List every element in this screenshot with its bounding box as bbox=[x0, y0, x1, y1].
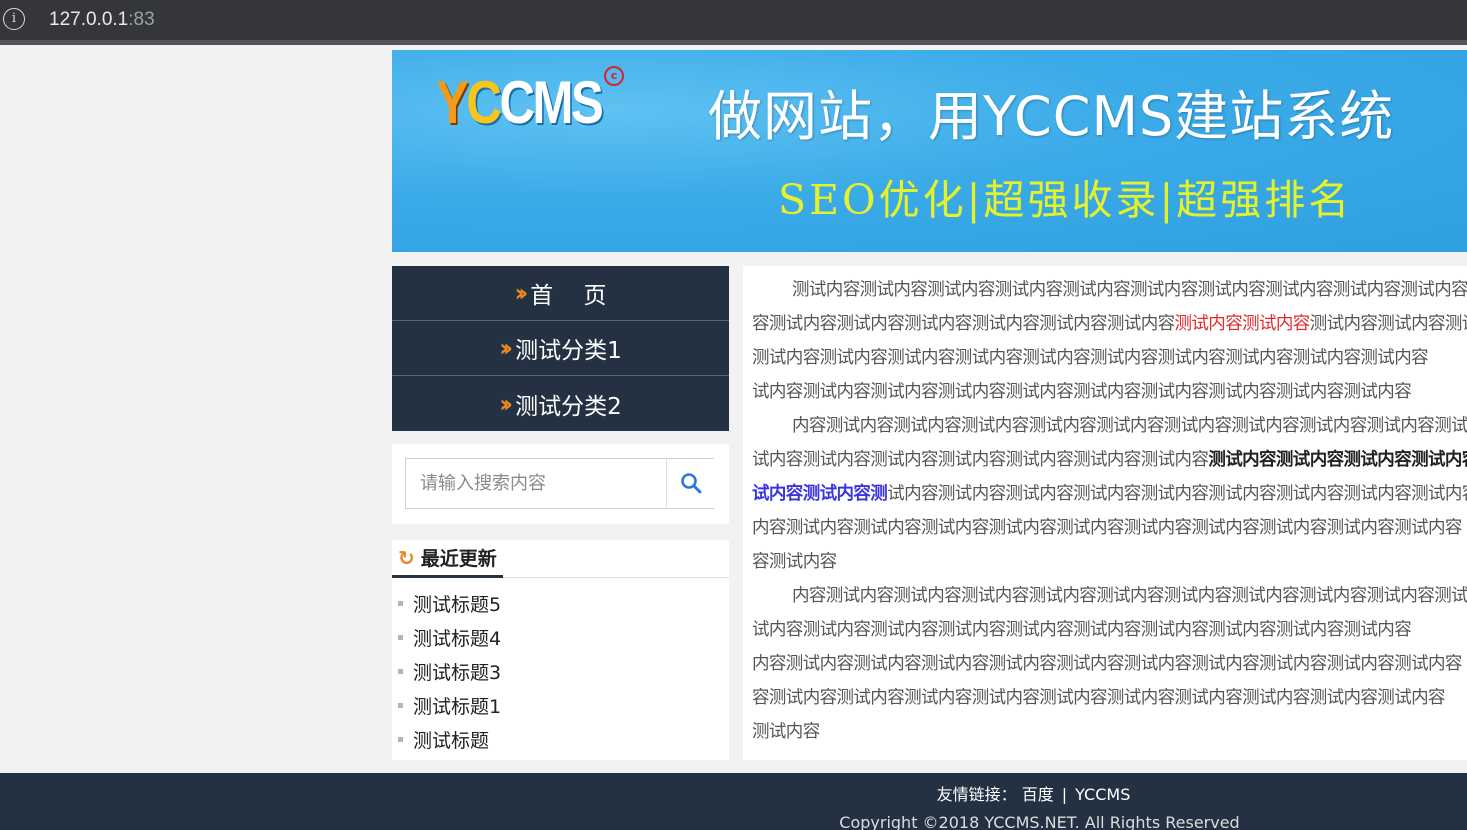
copyright-text: Copyright ©2018 YCCMS.NET. All Rights Re… bbox=[839, 813, 1240, 830]
bullet-icon bbox=[398, 668, 403, 674]
list-item-title: 测试标题4 bbox=[413, 627, 502, 650]
list-item[interactable]: 测试标题3 bbox=[392, 654, 501, 688]
recent-updates-header: ↻ 最近更新 bbox=[392, 540, 729, 578]
text-line: 内容测试内容测试内容测试内容测试内容测试内容测试内容测试内容测试内容测试内容测试… bbox=[752, 654, 1462, 674]
recent-updates-tab: ↻ 最近更新 bbox=[392, 540, 503, 578]
recent-updates-list: 测试标题5 测试标题4 测试标题3 测试标题1 测试标题 bbox=[392, 586, 501, 756]
toolbar-divider bbox=[0, 40, 1467, 45]
site-logo[interactable]: YCCMS bbox=[436, 68, 604, 137]
list-item[interactable]: 测试标题 bbox=[392, 722, 501, 756]
text-span: 容测试内容测试内容测试内容测试内容测试内容测试内容 bbox=[752, 314, 1175, 334]
list-item[interactable]: 测试标题5 bbox=[392, 586, 501, 620]
list-item-title: 测试标题 bbox=[413, 729, 490, 752]
list-item-title: 测试标题1 bbox=[413, 695, 502, 718]
link-separator: | bbox=[1061, 785, 1068, 804]
text-line: 容测试内容测试内容测试内容测试内容测试内容测试内容测试内容测试内容测试内容测试内… bbox=[752, 688, 1446, 708]
double-chevron-right-icon: ›› bbox=[499, 389, 513, 418]
double-chevron-right-icon: ›› bbox=[499, 334, 513, 362]
site-footer: 友情链接： 百度 | YCCMS Copyright ©2018 YCCMS.NET… bbox=[0, 773, 1467, 830]
text-span: 试内容测试内容测试内容测试内容测试内容测试内容测试内容测试内容测试内容 bbox=[887, 484, 1467, 504]
bold-text: 测试内容测试内容测试内容测试内容 bbox=[1208, 450, 1467, 470]
double-chevron-right-icon: ›› bbox=[514, 279, 528, 307]
logo-letters-rest: CMS bbox=[499, 69, 603, 136]
article-content: 测试内容测试内容测试内容测试内容测试内容测试内容测试内容测试内容测试内容测试内容… bbox=[743, 266, 1467, 760]
nav-item-category-2[interactable]: ›› 测试分类2 bbox=[392, 376, 729, 431]
nav-item-category-1[interactable]: ›› 测试分类1 bbox=[392, 321, 729, 376]
search-panel bbox=[392, 444, 729, 524]
text-line: 容测试内容 bbox=[752, 552, 837, 572]
text-line: 内容测试内容测试内容测试内容测试内容测试内容测试内容测试内容测试内容测试内容测试… bbox=[752, 518, 1462, 538]
footer-link-yccms[interactable]: YCCMS bbox=[1075, 785, 1130, 804]
list-item-title: 测试标题5 bbox=[413, 593, 502, 616]
text-line: 内容测试内容测试内容测试内容测试内容测试内容测试内容测试内容测试内容测试内容测试… bbox=[792, 586, 1467, 606]
friend-links: 友情链接： 百度 | YCCMS bbox=[0, 781, 1467, 805]
browser-address-bar: i 127.0.0.1:83 bbox=[0, 0, 1467, 45]
bullet-icon bbox=[398, 600, 403, 606]
text-line: 试内容测试内容测试内容测试内容测试内容测试内容测试内容测试内容测试内容测试内容测… bbox=[752, 443, 1467, 477]
text-line: 容测试内容测试内容测试内容测试内容测试内容测试内容测试内容测试内容测试内容测试内… bbox=[752, 307, 1467, 341]
bullet-icon bbox=[398, 702, 403, 708]
search-button[interactable] bbox=[666, 459, 714, 508]
logo-letter-y: Y bbox=[436, 69, 469, 136]
search-form bbox=[405, 458, 714, 509]
copyright-mark-icon: c bbox=[604, 66, 624, 86]
search-input[interactable] bbox=[406, 459, 666, 508]
site-banner: YCCMS c 做网站，用YCCMS建站系统 SEO优化|超强收录|超强排名 bbox=[392, 50, 1467, 252]
refresh-icon: ↻ bbox=[398, 545, 415, 570]
main-nav: ›› 首 页 ›› 测试分类1 ›› 测试分类2 bbox=[392, 266, 729, 431]
nav-item-label: 测试分类2 bbox=[515, 393, 622, 420]
text-line: 测试内容测试内容测试内容测试内容测试内容测试内容测试内容测试内容测试内容测试内容 bbox=[752, 348, 1429, 368]
banner-headline: 做网站，用YCCMS建站系统 bbox=[708, 85, 1395, 148]
info-icon[interactable]: i bbox=[3, 8, 25, 30]
nav-item-label: 测试分类1 bbox=[515, 338, 622, 364]
search-icon bbox=[681, 473, 702, 494]
bullet-icon bbox=[398, 736, 403, 742]
list-item[interactable]: 测试标题4 bbox=[392, 620, 501, 654]
text-span: 试内容测试内容测试内容测试内容测试内容测试内容测试内容 bbox=[752, 450, 1209, 470]
text-line: 测试内容测试内容测试内容测试内容测试内容测试内容测试内容测试内容测试内容测试内容 bbox=[792, 280, 1467, 300]
url-host: 127.0.0.1 bbox=[49, 9, 129, 30]
nav-item-home[interactable]: ›› 首 页 bbox=[392, 266, 729, 321]
url-port: :83 bbox=[128, 9, 155, 30]
text-span: 测试内容测试内容测试内容测试内容 bbox=[1309, 314, 1467, 334]
highlighted-blue-text: 试内容测试内容测 bbox=[752, 484, 888, 504]
text-line: 试内容测试内容测试内容测试内容测试内容测试内容测试内容测试内容测试内容测试内容 bbox=[752, 382, 1412, 402]
list-item[interactable]: 测试标题1 bbox=[392, 688, 501, 722]
bullet-icon bbox=[398, 634, 403, 640]
banner-tagline: SEO优化|超强收录|超强排名 bbox=[778, 176, 1353, 224]
list-item-title: 测试标题3 bbox=[413, 661, 502, 684]
footer-link-baidu[interactable]: 百度 bbox=[1022, 785, 1054, 804]
text-line: 试内容测试内容测试内容测试内容测试内容测试内容测试内容测试内容测试内容测试内容测… bbox=[752, 477, 1467, 511]
logo-letter-c: C bbox=[466, 69, 502, 136]
highlighted-red-text: 测试内容测试内容 bbox=[1174, 314, 1311, 334]
article-body: 测试内容测试内容测试内容测试内容测试内容测试内容测试内容测试内容测试内容测试内容… bbox=[752, 273, 1467, 749]
text-line: 内容测试内容测试内容测试内容测试内容测试内容测试内容测试内容测试内容测试内容测试… bbox=[792, 416, 1467, 436]
recent-updates-panel: ↻ 最近更新 测试标题5 测试标题4 测试标题3 测试标题1 测试标题 bbox=[392, 540, 729, 760]
recent-updates-title: 最近更新 bbox=[420, 548, 497, 570]
friend-links-label: 友情链接： bbox=[936, 785, 1017, 804]
text-line: 测试内容 bbox=[752, 722, 820, 742]
nav-item-label: 首 页 bbox=[530, 283, 607, 309]
address-url[interactable]: 127.0.0.1:83 bbox=[49, 9, 155, 31]
text-line: 试内容测试内容测试内容测试内容测试内容测试内容测试内容测试内容测试内容测试内容 bbox=[752, 620, 1412, 640]
